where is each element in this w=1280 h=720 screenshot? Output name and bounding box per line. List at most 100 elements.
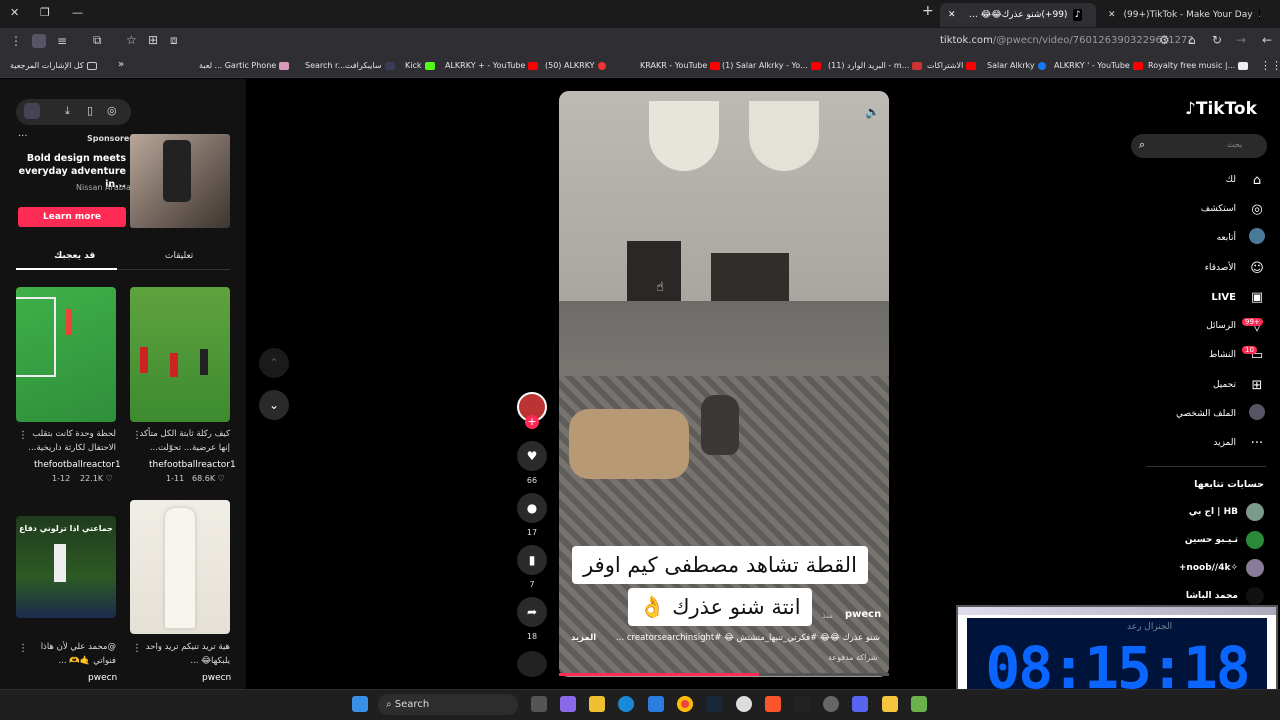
app-icon[interactable]	[882, 696, 898, 712]
like-button[interactable]: ♥	[517, 441, 547, 471]
refresh-icon[interactable]: ↻	[1212, 33, 1222, 47]
edge-icon[interactable]	[618, 696, 634, 712]
music-disc-icon[interactable]	[517, 651, 547, 677]
new-tab-button[interactable]: +	[922, 3, 934, 19]
address-bar[interactable]: tiktok.com/@pwecn/video/7601263903229611…	[940, 35, 1194, 46]
bookmark-item[interactable]: (50) ALKRKY	[545, 61, 606, 70]
video-progress-track[interactable]	[559, 673, 889, 676]
bookmark-item[interactable]: لعبة ... Gartic Phone	[199, 61, 290, 70]
all-bookmarks[interactable]: كل الإشارات المرجعية	[10, 61, 97, 70]
avatar[interactable]	[32, 34, 46, 48]
video-user[interactable]: pwecn	[88, 673, 117, 683]
tab-active[interactable]: ✕ (99+)شنو عذرك😂😂 #فكرتي_تنب... ♪	[940, 3, 1096, 27]
bookmark-item[interactable]: Search r...	[305, 61, 345, 70]
nav-live[interactable]: LIVE ▣	[1211, 287, 1266, 307]
nav-upload[interactable]: تحميل ⊞	[1213, 375, 1266, 395]
extensions-icon[interactable]: ⧉	[93, 33, 102, 48]
bookmark-item[interactable]: ALKRKY ' - YouTube	[1054, 61, 1143, 70]
tab-you-may-like[interactable]: قد يعجبك	[54, 251, 95, 261]
following-account[interactable]: تـيـبو حسين	[1185, 531, 1264, 549]
menu-dots-icon[interactable]: ⋮	[10, 34, 22, 48]
nav-friends[interactable]: الأصدقاء ☺	[1205, 258, 1266, 278]
star-icon[interactable]: ☆	[126, 33, 137, 47]
next-video-button[interactable]: ⌄	[259, 390, 289, 420]
previous-video-button[interactable]: ⌃	[259, 348, 289, 378]
bookmark-item[interactable]: الاشتراكات	[927, 61, 977, 70]
site-settings-icon[interactable]: ⚙	[1159, 33, 1170, 47]
tiktok-logo[interactable]: ♪TikTok	[1185, 99, 1257, 119]
search-icon[interactable]: ⌕	[1139, 138, 1145, 152]
home-icon[interactable]: ⌂	[1188, 33, 1196, 47]
minecraft-icon[interactable]	[911, 696, 927, 712]
app-icon[interactable]	[823, 696, 839, 712]
task-view-icon[interactable]	[531, 696, 547, 712]
phone-icon[interactable]: ▯	[87, 104, 93, 117]
tab-tiktok[interactable]: ✕ (99+)TikTok - Make Your Day ♪	[1100, 3, 1260, 27]
learn-more-button[interactable]: Learn more	[18, 207, 126, 227]
compass-icon[interactable]: ◎	[107, 104, 117, 117]
back-icon[interactable]: ←	[1262, 33, 1272, 47]
bookmark-item[interactable]: ALKRKY + - YouTube	[445, 61, 539, 70]
bookmark-item[interactable]: (1) Salar Alkrky - Yo...	[722, 61, 821, 70]
comment-button[interactable]: ●	[517, 493, 547, 523]
collections-icon[interactable]: ⊞	[148, 33, 158, 47]
settings-icon[interactable]	[736, 696, 752, 712]
video-user[interactable]: thefootballreactor1	[34, 460, 121, 470]
video-thumbnail[interactable]	[130, 500, 230, 634]
capcut-icon[interactable]	[794, 696, 810, 712]
video-caption[interactable]: @محمد علي لأن هاذا فنواتي 🤙🫶 ...	[16, 640, 116, 668]
tab-comments[interactable]: تعليقات	[165, 251, 193, 261]
nav-following[interactable]: أتابعه	[1217, 228, 1266, 248]
video-user[interactable]: thefootballreactor1	[149, 460, 236, 470]
bookmark-item[interactable]: KRAKR - YouTube	[640, 61, 721, 70]
video-user[interactable]: pwecn	[202, 673, 231, 683]
following-account[interactable]: +noob//4k✧	[1179, 559, 1264, 577]
nav-more[interactable]: المزيد ···	[1213, 433, 1266, 453]
brave-icon[interactable]	[765, 696, 781, 712]
ad-image[interactable]	[130, 134, 230, 228]
video-thumbnail[interactable]	[16, 287, 116, 422]
video-caption[interactable]: هية تريد تنيكم تريد واحد يلبكها😂 ...	[130, 640, 230, 668]
more-link[interactable]: المزيد	[571, 633, 596, 643]
video-thumbnail[interactable]: جماعتي اذا تزلوني دفاع	[16, 516, 116, 618]
search-input[interactable]: ⌕ بحث	[1131, 134, 1267, 158]
nav-profile[interactable]: الملف الشخصي	[1176, 404, 1266, 424]
steam-icon[interactable]	[706, 696, 722, 712]
video-thumbnail[interactable]	[130, 287, 230, 422]
bookmark-item[interactable]: سايبكرافت	[345, 61, 395, 70]
taskbar-search[interactable]: ⌕ Search	[378, 694, 518, 715]
bookmark-item[interactable]: البريد الوارد (11) - m...	[828, 61, 923, 70]
restore-window-icon[interactable]: ❐	[40, 6, 50, 19]
chrome-icon[interactable]	[677, 696, 693, 712]
nav-activity[interactable]: النشاط ▭	[1209, 345, 1266, 365]
save-button[interactable]: ▮	[517, 545, 547, 575]
bookmarks-menu-icon[interactable]: ⋮⋮	[1260, 59, 1280, 72]
nav-for-you[interactable]: لك ⌂	[1226, 170, 1266, 190]
video-caption[interactable]: كيف ركلة ثابتة الكل متأكد إنها عرضية... …	[130, 427, 230, 455]
volume-icon[interactable]: 🔊	[865, 105, 880, 119]
download-icon[interactable]: ⤓	[65, 104, 70, 118]
bookmark-item[interactable]: Kick	[405, 61, 435, 70]
close-window-icon[interactable]: ✕	[10, 6, 19, 19]
discord-icon[interactable]	[852, 696, 868, 712]
split-screen-icon[interactable]: ⧈	[170, 33, 178, 48]
store-icon[interactable]	[648, 696, 664, 712]
avatar[interactable]	[24, 103, 40, 119]
bookmark-item[interactable]: Salar Alkrky	[987, 61, 1046, 70]
follow-plus-icon[interactable]: +	[525, 415, 539, 429]
video-caption[interactable]: لحظة وحدة كانت بتقلب الاحتفال لكارثة دار…	[16, 427, 116, 455]
minimize-window-icon[interactable]: —	[72, 6, 83, 19]
close-icon[interactable]: ✕	[948, 10, 956, 20]
video-author[interactable]: pwecn	[845, 609, 881, 620]
copilot-icon[interactable]	[560, 696, 576, 712]
bookmark-item[interactable]: Royalty free music |...	[1148, 61, 1249, 70]
chevron-icon[interactable]: »	[118, 59, 124, 70]
forward-icon[interactable]: →	[1236, 33, 1246, 47]
file-explorer-icon[interactable]	[589, 696, 605, 712]
share-button[interactable]: ➦	[517, 597, 547, 627]
windows-start-icon[interactable]	[352, 696, 368, 712]
following-account[interactable]: اج بي | HB	[1189, 503, 1264, 521]
playlist-icon[interactable]: ≡	[57, 34, 67, 48]
nav-explore[interactable]: استكشف ◎	[1201, 199, 1266, 219]
close-icon[interactable]: ✕	[1108, 10, 1116, 20]
